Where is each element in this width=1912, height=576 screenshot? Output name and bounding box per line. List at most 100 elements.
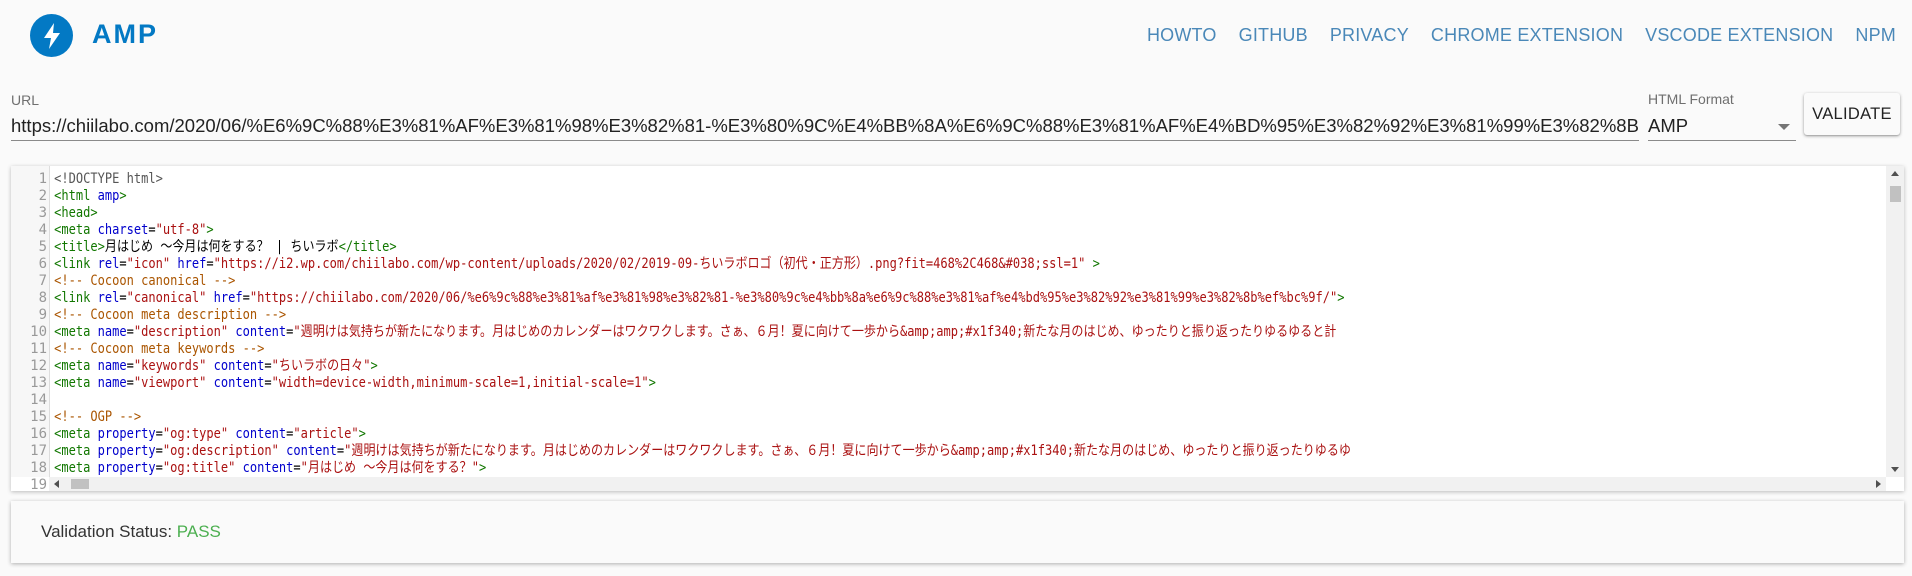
code-line[interactable]: 13 <meta name="viewport" content="width=d… (11, 375, 1881, 392)
html-format-select[interactable]: AMP (1648, 112, 1796, 141)
nav-chrome-extension[interactable]: CHROME EXTENSION (1431, 25, 1623, 46)
code-line[interactable]: 5 <title>月はじめ 〜今月は何をする？ | ちいラボ</title> (11, 239, 1881, 256)
code-token: <meta (54, 426, 98, 442)
scroll-left-icon[interactable] (54, 480, 59, 488)
code-token: property (97, 460, 156, 476)
code-token: = (264, 358, 272, 374)
code-line[interactable]: 11 <!-- Cocoon meta keywords --> (11, 341, 1881, 358)
code-line[interactable]: 3 <head> (11, 205, 1881, 222)
line-number: 18 (30, 460, 47, 476)
app-header: AMP HOWTO GITHUB PRIVACY CHROME EXTENSIO… (0, 0, 1912, 76)
nav-vscode-extension[interactable]: VSCODE EXTENSION (1645, 25, 1833, 46)
horizontal-scrollbar[interactable] (49, 477, 1886, 491)
nav-privacy[interactable]: PRIVACY (1330, 25, 1409, 46)
url-input[interactable]: https://chiilabo.com/2020/06/%E6%9C%88%E… (11, 112, 1639, 141)
code-token: <html (54, 188, 98, 204)
code-token: > (1337, 290, 1345, 306)
nav-howto[interactable]: HOWTO (1147, 25, 1217, 46)
code-token: = (148, 222, 156, 238)
code-line[interactable]: 12 <meta name="keywords" content="ちいラボの日々… (11, 358, 1881, 375)
code-line[interactable]: 9 <!-- Cocoon meta description --> (11, 307, 1881, 324)
code-line[interactable]: 4 <meta charset="utf-8"> (11, 222, 1881, 239)
code-token: > (206, 222, 214, 238)
code-token: <meta (54, 324, 98, 340)
html-format-label: HTML Format (1648, 91, 1734, 107)
code-token: property (97, 443, 156, 459)
code-token: <meta (54, 358, 98, 374)
code-text: <!-- Cocoon canonical --> (49, 273, 235, 290)
line-number: 5 (38, 239, 47, 255)
code-token: <link (54, 256, 98, 272)
validate-button[interactable]: VALIDATE (1804, 93, 1900, 135)
code-text: <meta name="description" content="週明けは気持… (49, 324, 1336, 341)
code-text: <html amp> (49, 188, 127, 205)
code-token: "https://i2.wp.com/chiilabo.com/wp-conte… (213, 256, 1086, 272)
code-token: </title> (338, 239, 397, 255)
code-token: property (97, 426, 156, 442)
code-text: <meta property="og:description" content=… (49, 443, 1351, 460)
line-number: 9 (38, 307, 47, 323)
code-line[interactable]: 14 (11, 392, 1881, 409)
line-number: 15 (30, 409, 47, 425)
code-token: "description" (133, 324, 229, 340)
line-number: 3 (38, 205, 47, 221)
code-token: "canonical" (126, 290, 207, 306)
code-token: content (286, 443, 337, 459)
scroll-down-icon[interactable] (1891, 467, 1899, 472)
code-line[interactable]: 6 <link rel="icon" href="https://i2.wp.co… (11, 256, 1881, 273)
scroll-right-icon[interactable] (1876, 480, 1881, 488)
code-line[interactable]: 7 <!-- Cocoon canonical --> (11, 273, 1881, 290)
code-token: "週明けは気持ちが新たになります。月はじめのカレンダーはワクワクします。さぁ、６… (293, 324, 1337, 340)
line-number: 4 (38, 222, 47, 238)
code-token: > (478, 460, 487, 476)
line-number: 10 (30, 324, 47, 340)
code-token: = (242, 290, 250, 306)
horizontal-scroll-thumb[interactable] (71, 479, 89, 489)
code-token: <meta (54, 443, 98, 459)
logo-text[interactable]: AMP (92, 19, 158, 50)
nav-github[interactable]: GITHUB (1239, 25, 1308, 46)
code-text: <meta property="og:title" content="月はじめ … (49, 460, 486, 477)
code-line[interactable]: 1 <!DOCTYPE html> (11, 171, 1881, 188)
code-token: content (213, 358, 265, 374)
code-token: = (126, 324, 134, 340)
code-line[interactable]: 16 <meta property="og:type" content="arti… (11, 426, 1881, 443)
code-text: <!-- Cocoon meta keywords --> (49, 341, 264, 358)
code-token: "週明けは気持ちが新たになります。月はじめのカレンダーはワクワクします。さぁ、６… (344, 443, 1351, 459)
nav-npm[interactable]: NPM (1855, 25, 1896, 46)
code-token: = (293, 460, 301, 476)
code-text: <head> (49, 205, 97, 222)
code-text: <title>月はじめ 〜今月は何をする？ | ちいラボ</title> (49, 239, 397, 256)
code-token: > (370, 358, 378, 374)
amp-logo-icon[interactable] (30, 14, 73, 57)
code-token: = (126, 358, 134, 374)
code-line[interactable]: 15 <!-- OGP --> (11, 409, 1881, 426)
code-token: charset (97, 222, 149, 238)
code-token: "og:description" (162, 443, 279, 459)
code-editor[interactable]: 1 <!DOCTYPE html> 2 <html amp> 3 <head> 4 <meta… (11, 166, 1904, 491)
validation-status: Validation Status: PASS (41, 522, 221, 542)
code-line[interactable]: 10 <meta name="description" content="週明けは… (11, 324, 1881, 341)
code-line[interactable]: 18 <meta property="og:title" content="月はじ… (11, 460, 1881, 477)
validation-status-panel: Validation Status: PASS (11, 501, 1904, 563)
code-token: name (97, 375, 127, 391)
code-lines: 1 <!DOCTYPE html> 2 <html amp> 3 <head> 4 <meta… (11, 171, 1881, 491)
code-token: href (213, 290, 243, 306)
code-token: "og:title" (162, 460, 236, 476)
vertical-scroll-thumb[interactable] (1890, 186, 1901, 202)
scroll-up-icon[interactable] (1891, 171, 1899, 176)
vertical-scrollbar[interactable] (1886, 166, 1904, 477)
code-line[interactable]: 8 <link rel="canonical" href="https://chi… (11, 290, 1881, 307)
code-line[interactable]: 2 <html amp> (11, 188, 1881, 205)
code-line[interactable]: 17 <meta property="og:description" conten… (11, 443, 1881, 460)
code-token: amp (97, 188, 120, 204)
line-number: 11 (30, 341, 47, 357)
code-text: <meta name="keywords" content="ちいラボの日々"> (49, 358, 378, 375)
line-number: 7 (38, 273, 47, 289)
code-token: <!DOCTYPE html> (54, 171, 163, 187)
code-token: <meta (54, 222, 98, 238)
